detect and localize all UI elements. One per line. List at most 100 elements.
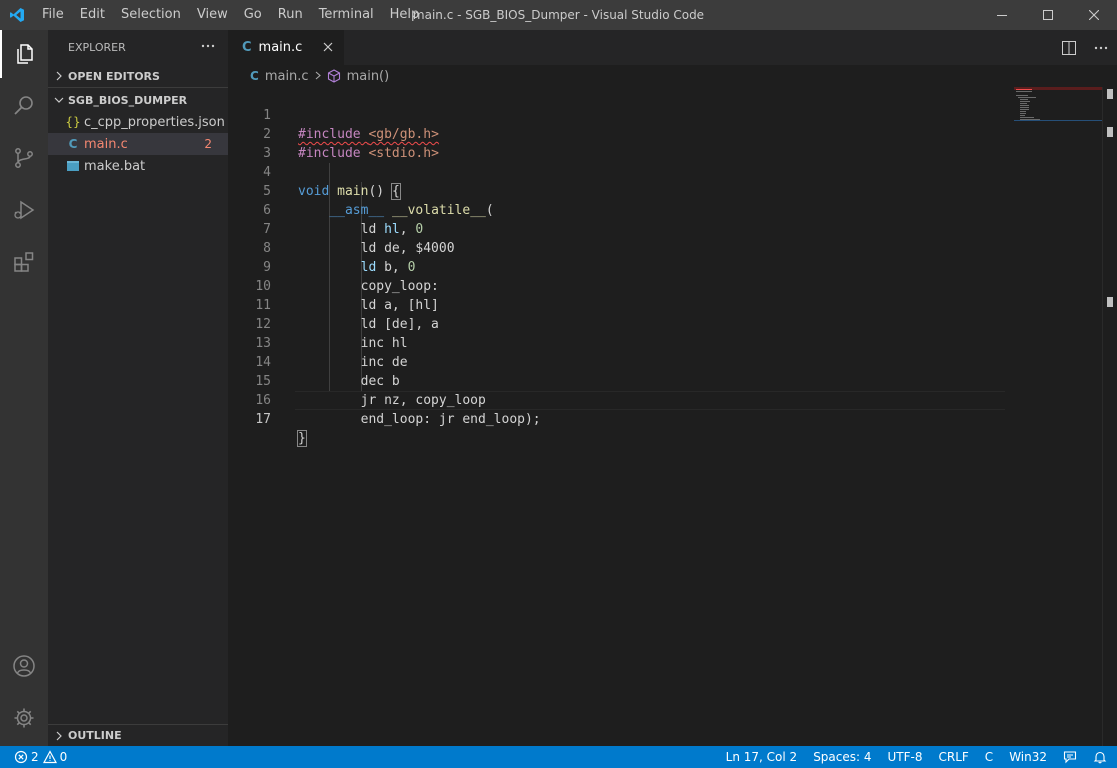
code-line: 6 ld hl, 0 <box>228 182 1008 237</box>
menu-edit[interactable]: Edit <box>72 0 113 30</box>
menu-go[interactable]: Go <box>236 0 270 30</box>
method-cube-icon <box>327 69 341 83</box>
c-file-icon: C <box>242 40 252 55</box>
code-line: 3 <box>228 125 1008 161</box>
close-window-button[interactable] <box>1071 0 1117 30</box>
file-item-main-c[interactable]: C main.c 2 <box>48 133 228 155</box>
more-actions-button[interactable] <box>200 38 216 57</box>
ellipsis-icon <box>1094 46 1108 49</box>
open-editors-section[interactable]: OPEN EDITORS <box>48 65 228 87</box>
editor-actions <box>1053 30 1117 65</box>
close-tab-button[interactable] <box>320 39 336 55</box>
code-line: 4 void main() { <box>228 144 1008 200</box>
source-control-activity-button[interactable] <box>0 134 48 182</box>
extensions-activity-button[interactable] <box>0 238 48 286</box>
menu-file[interactable]: File <box>34 0 72 30</box>
section-divider <box>48 87 228 88</box>
outline-section[interactable]: OUTLINE <box>48 724 228 746</box>
maximize-button[interactable] <box>1025 0 1071 30</box>
file-item-c-cpp-properties[interactable]: {} c_cpp_properties.json <box>48 111 228 133</box>
search-activity-button[interactable] <box>0 82 48 130</box>
menu-run[interactable]: Run <box>270 0 311 30</box>
problems-count-badge: 2 <box>204 137 212 151</box>
activity-bar <box>0 30 48 746</box>
split-editor-button[interactable] <box>1053 30 1085 65</box>
minimap[interactable] <box>1014 87 1102 127</box>
code-line: 9 copy_loop: <box>228 239 1008 294</box>
code-line: 17 } <box>228 391 1008 447</box>
split-editor-icon <box>1062 40 1076 55</box>
file-label: main.c <box>84 136 128 152</box>
vscode-logo-icon <box>0 0 34 30</box>
menu-help[interactable]: Help <box>382 0 428 30</box>
cursor-position[interactable]: Ln 17, Col 2 <box>718 746 806 768</box>
code-editor[interactable]: 1 #include <gb/gb.h> 2 #include <stdio.h… <box>228 87 1117 746</box>
menu-bar: File Edit Selection View Go Run Terminal… <box>34 0 427 30</box>
status-bar: 2 0 Ln 17, Col 2 Spaces: 4 UTF-8 CRLF C … <box>0 746 1117 768</box>
language-mode[interactable]: C <box>977 746 1001 768</box>
more-editor-actions-button[interactable] <box>1085 30 1117 65</box>
status-right: Ln 17, Col 2 Spaces: 4 UTF-8 CRLF C Win3… <box>718 746 1117 768</box>
tab-label: main.c <box>258 40 303 55</box>
code-line: 14 dec b <box>228 334 1008 389</box>
close-icon <box>1089 10 1099 20</box>
folder-label: SGB_BIOS_DUMPER <box>68 93 188 107</box>
minimize-button[interactable] <box>979 0 1025 30</box>
code-line: 12 inc hl <box>228 296 1008 351</box>
tab-main-c[interactable]: C main.c <box>228 30 344 65</box>
overview-marker <box>1107 89 1113 99</box>
encoding[interactable]: UTF-8 <box>880 746 931 768</box>
code-line: 11 ld [de], a <box>228 277 1008 332</box>
chevron-right-icon <box>52 71 66 81</box>
code-line: 1 #include <gb/gb.h> <box>228 87 1008 142</box>
gear-icon <box>14 708 34 728</box>
file-label: c_cpp_properties.json <box>84 114 225 130</box>
file-item-make-bat[interactable]: make.bat <box>48 155 228 177</box>
warning-icon <box>42 750 57 764</box>
minimap-cursor-line <box>1014 120 1102 121</box>
files-icon <box>17 44 33 64</box>
code-line: 8 ld b, 0 <box>228 220 1008 275</box>
chevron-down-icon <box>52 96 66 104</box>
code-line: 15 jr nz, copy_loop <box>228 353 1008 408</box>
explorer-activity-button[interactable] <box>0 30 48 78</box>
window-controls <box>979 0 1117 30</box>
platform-config[interactable]: Win32 <box>1001 746 1055 768</box>
menu-view[interactable]: View <box>189 0 236 30</box>
title-bar: File Edit Selection View Go Run Terminal… <box>0 0 1117 30</box>
breadcrumb-symbol[interactable]: main() <box>347 69 390 84</box>
json-file-icon: {} <box>65 115 81 129</box>
overview-marker <box>1107 297 1113 307</box>
problems-indicator[interactable]: 2 0 <box>0 746 67 768</box>
breadcrumb: C main.c main() <box>228 65 1117 87</box>
breadcrumb-file[interactable]: main.c <box>265 69 309 84</box>
search-icon <box>14 96 33 115</box>
code-line: 7 ld de, $4000 <box>228 201 1008 256</box>
feedback-icon <box>1063 751 1077 764</box>
line-number: 17 <box>255 412 271 427</box>
run-debug-activity-button[interactable] <box>0 186 48 234</box>
ellipsis-icon <box>201 44 215 48</box>
bell-icon <box>1093 751 1107 764</box>
notifications-button[interactable] <box>1085 746 1117 768</box>
overview-marker <box>1107 127 1113 137</box>
error-icon <box>14 750 28 764</box>
warning-count: 0 <box>59 750 68 764</box>
c-file-icon: C <box>250 69 259 83</box>
minimize-icon <box>997 15 1007 16</box>
menu-terminal[interactable]: Terminal <box>311 0 382 30</box>
code-line: 13 inc de <box>228 315 1008 370</box>
code-text: } <box>297 430 307 447</box>
folder-section[interactable]: SGB_BIOS_DUMPER <box>48 89 228 111</box>
feedback-button[interactable] <box>1055 746 1085 768</box>
vertical-scrollbar[interactable] <box>1102 87 1117 746</box>
accounts-activity-button[interactable] <box>0 642 48 690</box>
run-debug-icon <box>14 200 35 220</box>
open-editors-label: OPEN EDITORS <box>68 69 160 83</box>
menu-selection[interactable]: Selection <box>113 0 189 30</box>
manage-activity-button[interactable] <box>0 694 48 742</box>
end-of-line[interactable]: CRLF <box>930 746 976 768</box>
bat-file-icon <box>64 160 82 172</box>
indentation[interactable]: Spaces: 4 <box>805 746 879 768</box>
account-icon <box>13 655 35 677</box>
